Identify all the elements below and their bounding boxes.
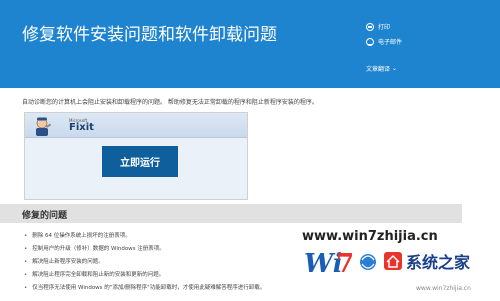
print-icon xyxy=(366,22,374,31)
print-label: 打印 xyxy=(378,24,391,31)
watermark-seven-mark: 7 xyxy=(336,249,354,279)
translate-dropdown[interactable]: 文章翻译 ⌄ xyxy=(366,64,397,73)
fixit-banner: Microsoft Fixit xyxy=(25,113,247,137)
issue-list: 删除 64 位操作系统上损坏的注册表项。 控制用户的升级（修补）数据的 Wind… xyxy=(24,230,265,295)
mail-icon xyxy=(366,37,374,46)
issue-item: 控制用户的升级（修补）数据的 Windows 注册表项。 xyxy=(24,243,265,256)
watermark-logo: www.win7zhijia.cn Wi 7 系统之家 www.win7zhij… xyxy=(302,229,471,292)
issue-item: 解决阻止新程序安装的问题。 xyxy=(24,256,265,269)
page-title: 修复软件安装问题和软件卸载问题 xyxy=(22,25,277,45)
header-actions: 打印 电子邮件 xyxy=(366,20,402,50)
issues-title: 修复的问题 xyxy=(22,211,68,221)
fixit-logo-text: Fixit xyxy=(69,122,94,133)
page-header: 修复软件安装问题和软件卸载问题 打印 电子邮件 文章翻译 ⌄ xyxy=(0,0,500,88)
watermark-sub-url: www.win7zhijia.cn xyxy=(416,285,471,292)
fixit-divider xyxy=(25,137,247,138)
issue-item: 仅当程序无法使用 Windows 的"添加/删除程序"功能卸载时，才使用此疑难解… xyxy=(24,282,265,295)
fixit-panel: Microsoft Fixit 立即运行 xyxy=(24,112,248,200)
print-action[interactable]: 打印 xyxy=(366,20,402,33)
watermark-logo-text: 系统之家 xyxy=(406,253,471,272)
watermark-url: www.win7zhijia.cn xyxy=(302,229,438,244)
translate-label: 文章翻译 xyxy=(366,66,391,73)
email-action[interactable]: 电子邮件 xyxy=(366,35,402,48)
fixit-mascot-icon xyxy=(36,117,52,136)
issue-item: 解决阻止程序完全卸载和阻止新的安装和更新的问题。 xyxy=(24,269,265,282)
run-now-button[interactable]: 立即运行 xyxy=(102,146,178,177)
email-label: 电子邮件 xyxy=(378,39,403,46)
issue-item: 删除 64 位操作系统上损坏的注册表项。 xyxy=(24,230,265,243)
chevron-down-icon: ⌄ xyxy=(392,65,398,72)
intro-text: 自动诊断您的计算机上会阻止安装和卸载程序的问题。 帮助修复无法正常卸载的程序和阻… xyxy=(22,99,318,106)
